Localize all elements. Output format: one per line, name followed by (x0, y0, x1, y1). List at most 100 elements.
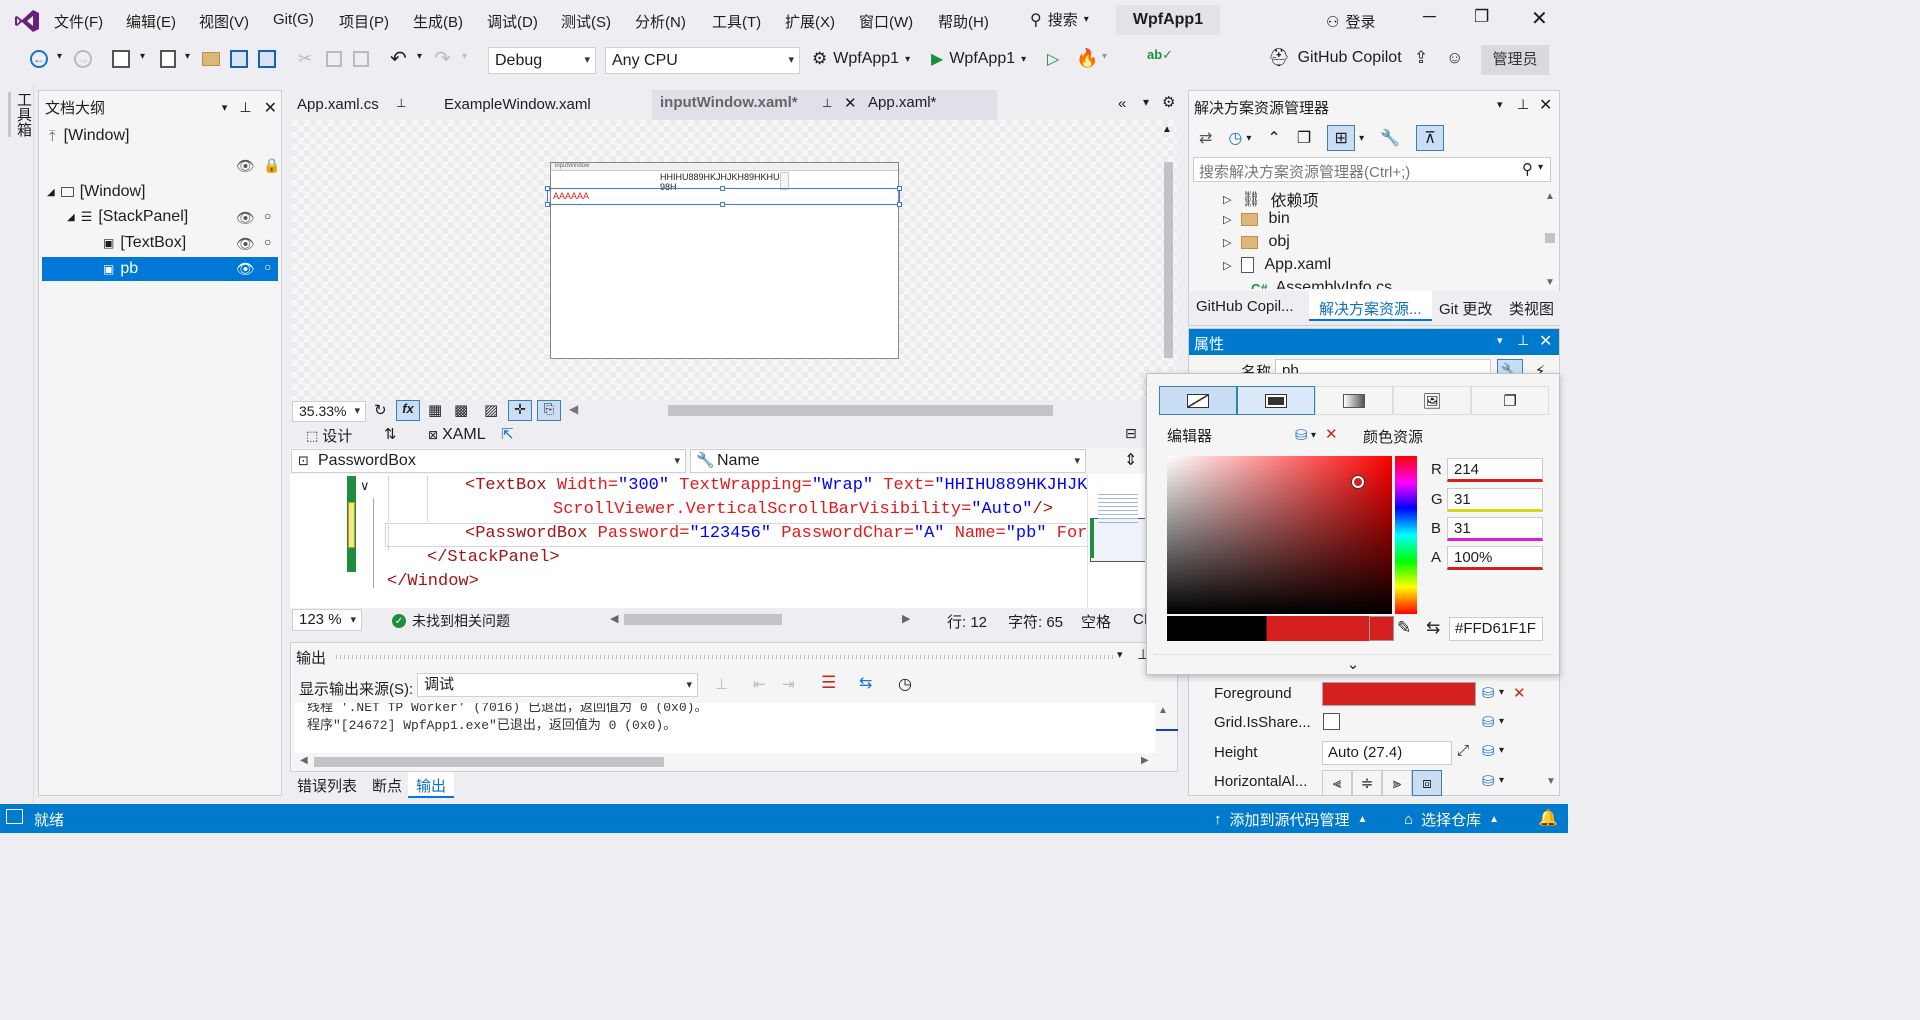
split-icon[interactable]: ⇕ (1124, 450, 1137, 470)
xaml-code-editor[interactable]: ∨ <TextBox Width="300" TextWrapping="Wra… (290, 474, 1145, 608)
brush-null-icon[interactable] (1159, 386, 1237, 415)
chevron-down-icon[interactable]: ▾ (1359, 133, 1364, 144)
start-debugging-button[interactable]: ▶ WpfApp1 ▾ (931, 49, 1026, 69)
platform-dropdown[interactable]: Any CPU (605, 47, 800, 74)
word-wrap-icon[interactable]: ⇆ (859, 673, 872, 693)
tab-git-changes[interactable]: Git 更改 (1439, 298, 1492, 319)
align-left-icon[interactable]: ⫷ (1322, 770, 1352, 796)
chevron-down-icon[interactable]: ▾ (1499, 745, 1504, 756)
brush-image-icon[interactable]: 🖼 (1393, 386, 1471, 415)
output-horizontal-scrollbar[interactable] (314, 757, 664, 767)
resize-handle[interactable] (720, 186, 725, 191)
output-source-dropdown[interactable]: 调试 (417, 673, 698, 697)
project-code-icon[interactable]: ⎘ (537, 400, 561, 421)
editor-zoom-dropdown[interactable]: 123 % (292, 609, 362, 631)
issues-indicator[interactable]: ✓ 未找到相关问题 (392, 611, 510, 631)
xaml-tab[interactable]: ⊠ XAML (428, 426, 486, 444)
goto-previous-icon[interactable]: ⊥ (715, 675, 728, 693)
login-button[interactable]: ⚇ 登录 (1326, 11, 1375, 32)
fx-effects-icon[interactable]: fx (396, 400, 420, 421)
menu-test[interactable]: 测试(S) (561, 11, 611, 32)
reset-icon[interactable]: ✕ (1325, 425, 1338, 443)
align-right-icon[interactable]: ⫸ (1382, 770, 1412, 796)
chevron-down-icon[interactable]: ▾ (1246, 133, 1251, 144)
design-window-preview[interactable]: inputWindow HHIHU889HKJHJKH89HKHU 98H AA… (545, 162, 902, 359)
database-icon[interactable]: ⛁ (1482, 684, 1495, 702)
database-icon[interactable]: ⛁ (1482, 742, 1495, 760)
b-field[interactable]: 31 (1447, 517, 1543, 541)
tab-solution-explorer[interactable]: 解决方案资源... (1309, 291, 1432, 321)
tree-node-textbox[interactable]: ▣ [TextBox] (103, 234, 186, 252)
member-dropdown[interactable]: 🔧 Name (690, 449, 1086, 473)
tab-error-list[interactable]: 错误列表 (297, 775, 357, 796)
chevron-down-icon[interactable]: ▾ (1499, 775, 1504, 786)
menu-view[interactable]: 视图(V) (199, 11, 249, 32)
resize-handle[interactable] (545, 186, 550, 191)
back-icon[interactable]: ← (30, 50, 48, 68)
undo-icon[interactable]: ↶ (390, 46, 407, 71)
startup-project-dropdown[interactable]: ⚙ WpfApp1 ▾ (812, 49, 910, 69)
panel-menu-icon[interactable]: ▾ (222, 101, 228, 114)
pin-icon[interactable]: ⊥ (1517, 332, 1529, 349)
tree-node-stackpanel[interactable]: ◢ ☰ [StackPanel] (67, 208, 188, 226)
tab-class-view[interactable]: 类视图 (1509, 298, 1554, 319)
database-icon[interactable]: ⛁ (1482, 772, 1495, 790)
brush-gradient-icon[interactable] (1315, 386, 1393, 415)
lock-toggle-icon[interactable]: ○ (264, 209, 271, 223)
reset-icon[interactable]: ✕ (1513, 684, 1526, 702)
grid-shared-checkbox[interactable] (1323, 713, 1340, 730)
copy-icon[interactable] (326, 51, 342, 67)
menu-help[interactable]: 帮助(H) (938, 11, 989, 32)
a-field[interactable]: 100% (1447, 546, 1543, 570)
char-indicator[interactable]: 字符: 65 (1008, 611, 1063, 632)
tab-input-window-active[interactable]: inputWindow.xaml* ⊥ ✕ (652, 90, 862, 120)
whitespace-indicator[interactable]: 空格 (1081, 611, 1111, 632)
menu-analyze[interactable]: 分析(N) (635, 11, 686, 32)
design-tab[interactable]: ⬚ 设计 (306, 425, 352, 446)
scroll-left-icon[interactable]: ◀ (569, 402, 578, 416)
lock-toggle-icon[interactable]: ○ (264, 260, 271, 274)
editor-tab[interactable]: 编辑器 (1167, 425, 1212, 446)
github-copilot-button[interactable]: ⛑ GitHub Copilot (1268, 48, 1402, 68)
scroll-left-icon[interactable]: ◀ (610, 612, 618, 625)
menu-project[interactable]: 项目(P) (339, 11, 389, 32)
tab-example-window[interactable]: ExampleWindow.xaml (444, 93, 591, 119)
close-icon[interactable]: ✕ (1539, 95, 1552, 115)
line-indicator[interactable]: 行: 12 (947, 611, 987, 632)
menu-window[interactable]: 窗口(W) (859, 11, 913, 32)
align-center-icon[interactable]: ≑ (1352, 770, 1382, 796)
lock-toggle-icon[interactable]: ○ (264, 235, 271, 249)
chevron-down-icon[interactable]: ▾ (462, 51, 467, 62)
pin-icon[interactable]: ⊥ (822, 96, 832, 110)
scroll-left-icon[interactable]: ◀ (300, 755, 308, 766)
forward-icon[interactable]: → (74, 50, 92, 68)
hue-slider[interactable] (1395, 456, 1417, 614)
brush-solid-icon[interactable] (1237, 386, 1315, 415)
tree-item-bin[interactable]: ▷ bin (1223, 210, 1290, 228)
checker-icon[interactable]: ▨ (484, 401, 498, 419)
open-folder-icon[interactable] (202, 52, 220, 66)
new-project-icon[interactable] (112, 50, 130, 68)
select-repository[interactable]: ⌂ 选择仓库 ▲ (1404, 809, 1499, 830)
scroll-up-icon[interactable]: ▲ (1162, 124, 1172, 135)
clock-icon[interactable]: ◷ (898, 674, 912, 694)
feedback-icon[interactable]: ☺ (1446, 48, 1463, 68)
tree-item-obj[interactable]: ▷ obj (1223, 233, 1290, 251)
eye-icon[interactable]: 👁 (236, 157, 255, 175)
eye-icon[interactable]: 👁 (236, 260, 255, 278)
tree-node-window[interactable]: ◢ [Window] (47, 183, 146, 201)
scroll-right-icon[interactable]: ▶ (902, 612, 910, 625)
save-all-icon[interactable] (258, 50, 276, 68)
scroll-up-icon[interactable]: ▲ (1545, 191, 1555, 202)
panel-menu-icon[interactable]: ▾ (1497, 334, 1503, 347)
pin-icon[interactable]: ⊥ (1517, 96, 1529, 113)
swap-panes-icon[interactable]: ⇅ (384, 425, 397, 443)
output-text-area[interactable]: 线程 '.NET TP Worker' (7016) 已退出，返回值为 0 (0… (295, 703, 1155, 753)
designer-vertical-scrollbar[interactable]: ▲ (1162, 124, 1174, 364)
view-toggle-icon[interactable]: ⊞ (1327, 125, 1356, 151)
color-selector-handle[interactable] (1352, 476, 1364, 488)
gear-icon[interactable]: ⚙ (1162, 93, 1175, 111)
swap-icon[interactable]: ⇆ (1426, 618, 1440, 638)
sync-icon[interactable]: ⇄ (1199, 128, 1212, 148)
scroll-down-icon[interactable]: ▼ (1546, 776, 1556, 787)
